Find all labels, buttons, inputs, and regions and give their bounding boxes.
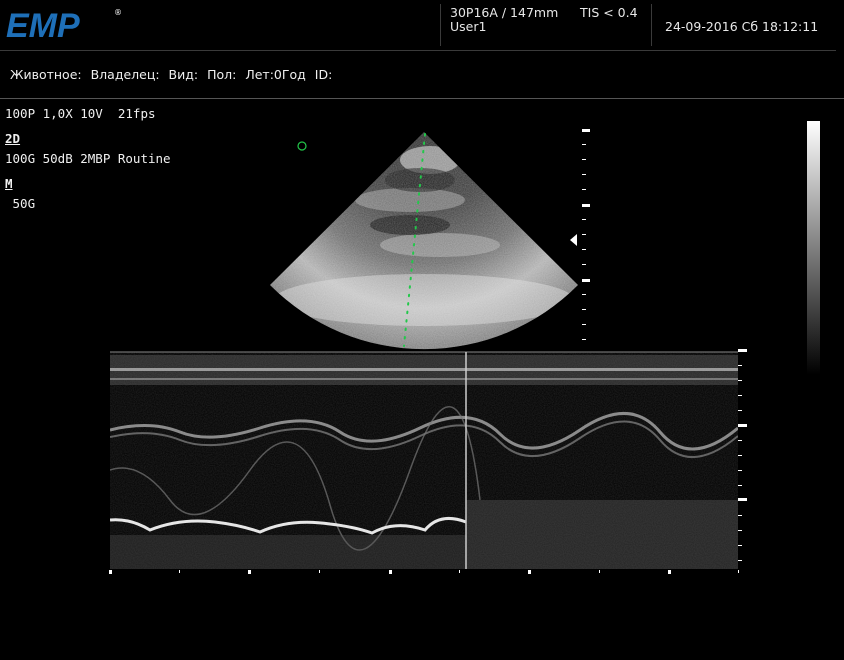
sector-depth-scale	[582, 129, 590, 340]
m-mode-trace[interactable]	[110, 351, 738, 569]
imaging-area	[109, 129, 747, 574]
m-mode-depth-scale	[738, 349, 747, 561]
focus-marker[interactable]	[297, 141, 307, 151]
sector-image[interactable]	[260, 130, 590, 360]
focus-depth-arrow-icon[interactable]	[570, 234, 577, 246]
m-mode-time-axis	[109, 570, 739, 574]
